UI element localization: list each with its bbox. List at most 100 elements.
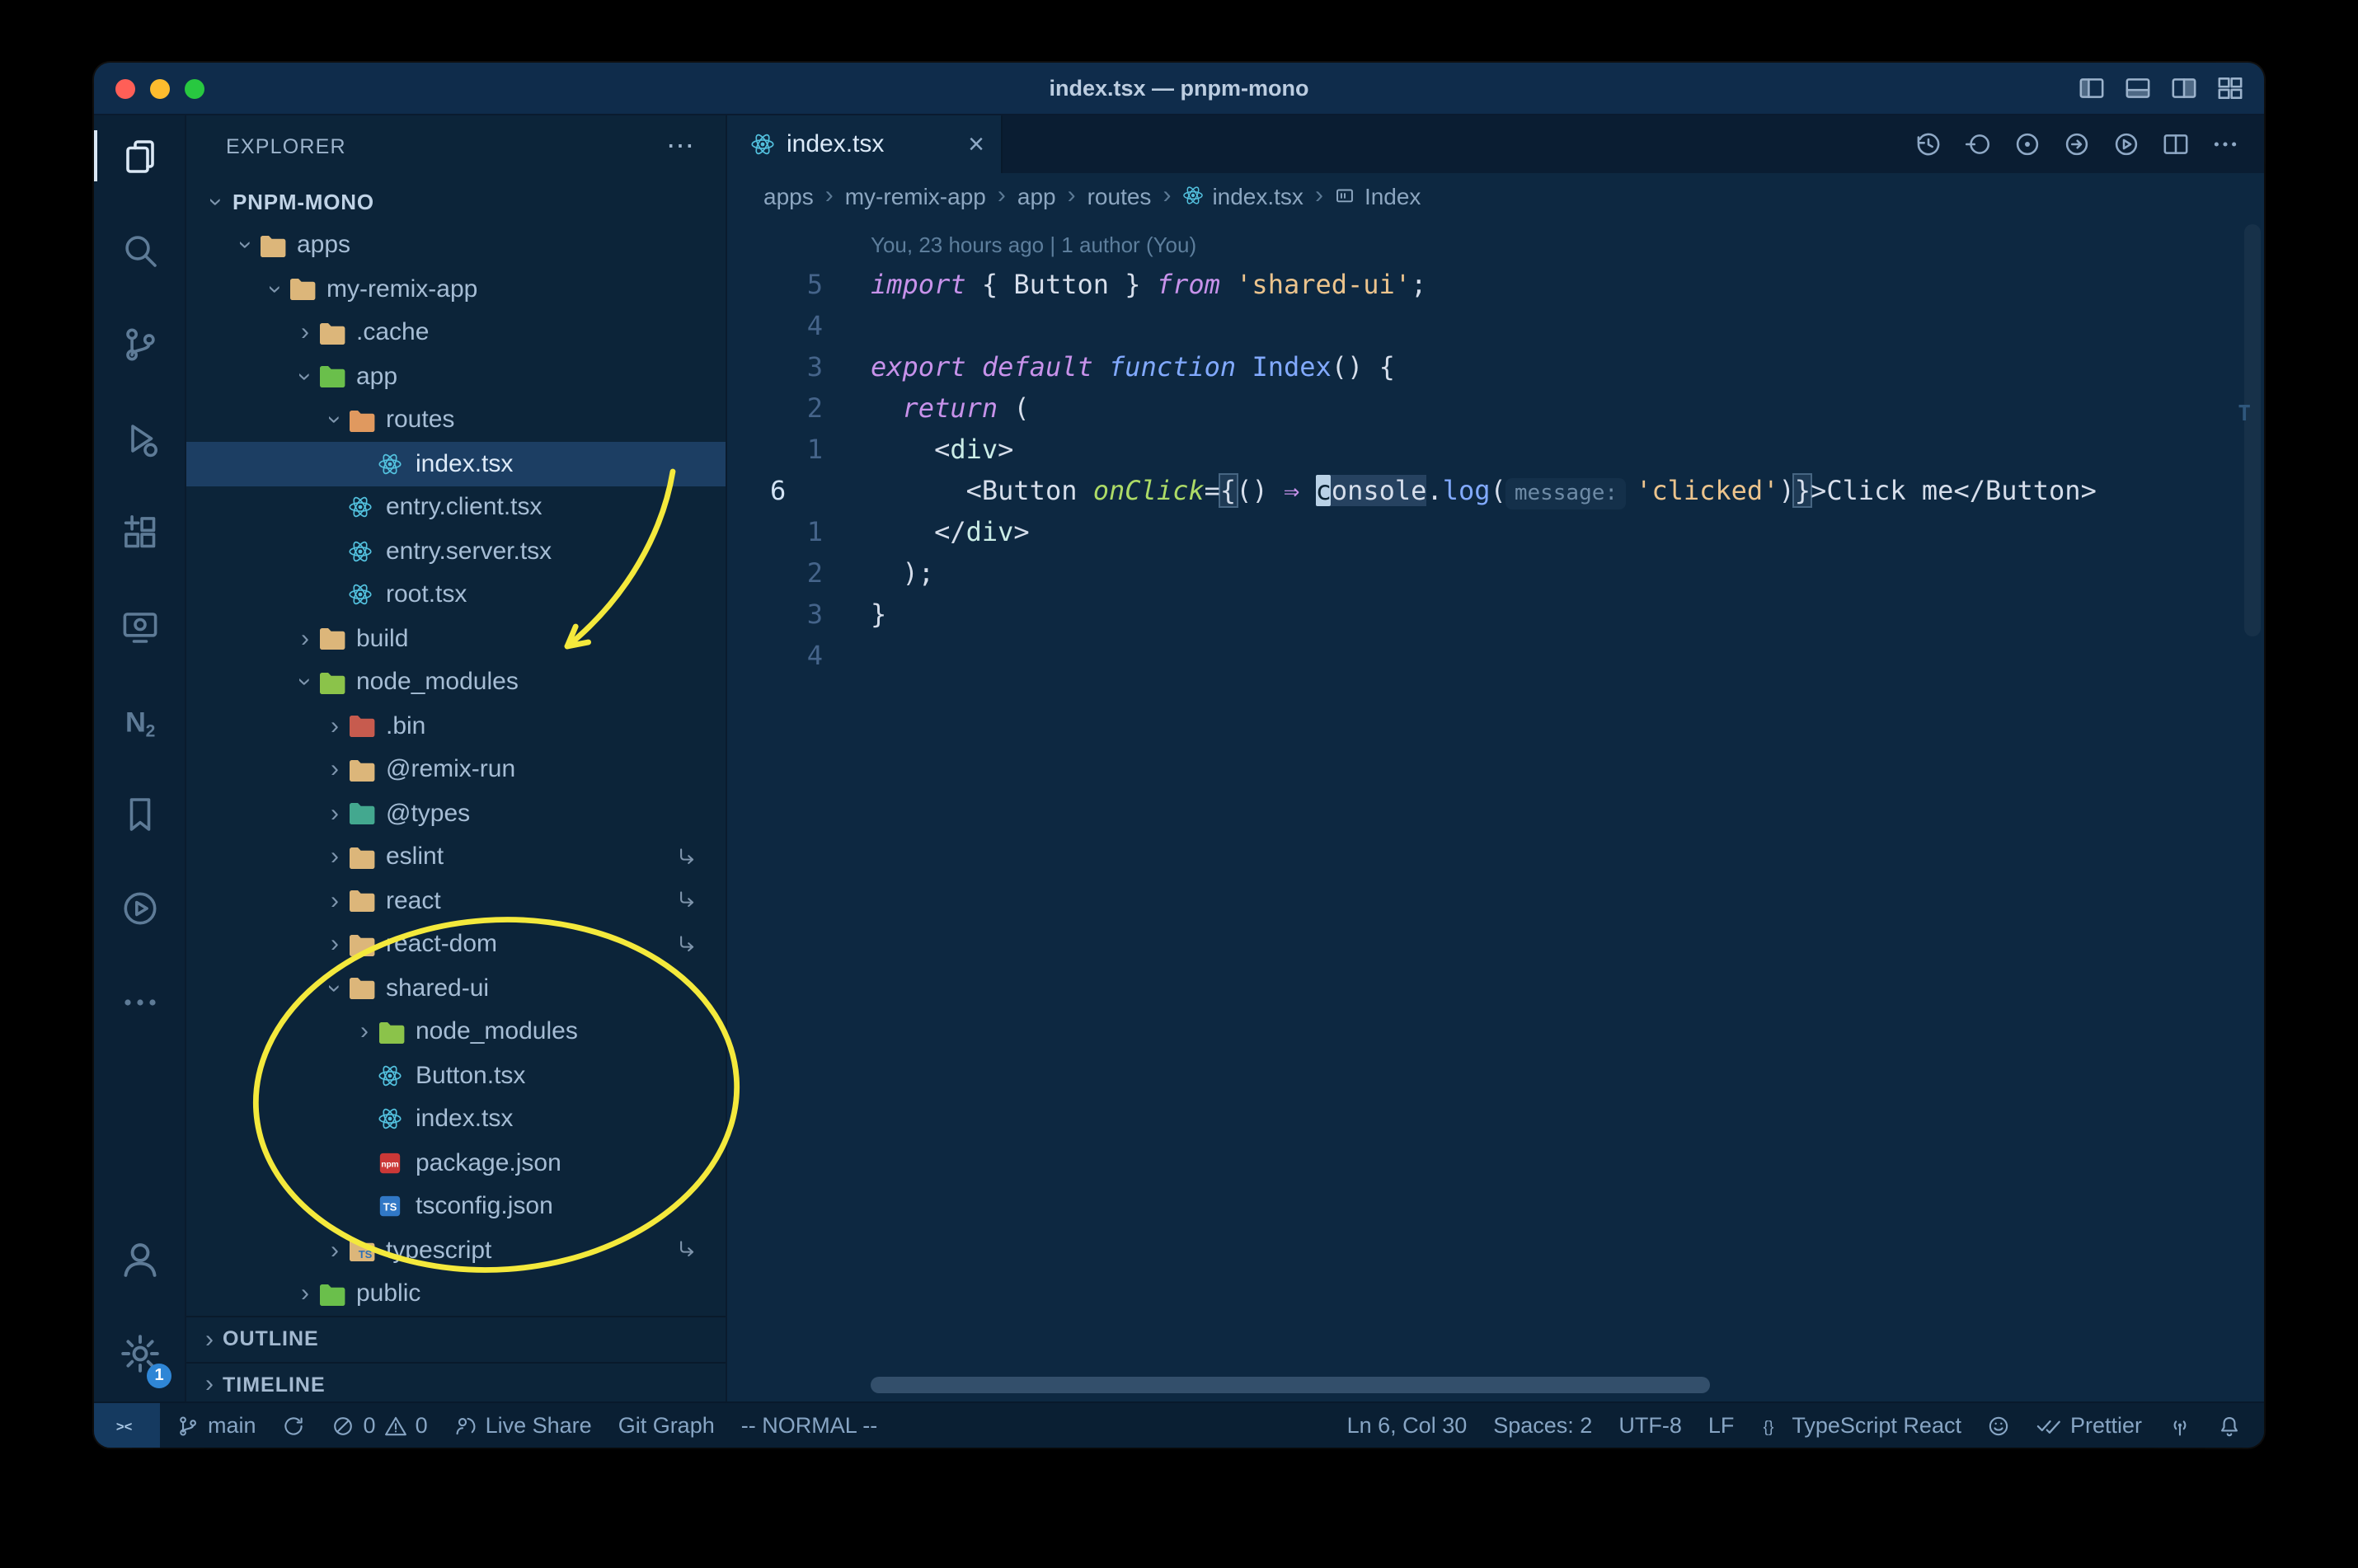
- remote-explorer-button[interactable]: [94, 579, 185, 673]
- tree-item-node-modules[interactable]: › node_modules: [186, 1010, 726, 1054]
- open-changes-button[interactable]: [2063, 129, 2091, 157]
- code-line-3[interactable]: 3 export default function Index() {: [727, 346, 2264, 387]
- horizontal-scrollbar[interactable]: [871, 1377, 1710, 1393]
- code-line-7[interactable]: 1 </div>: [727, 511, 2264, 552]
- prettier[interactable]: Prettier: [2024, 1403, 2155, 1448]
- eol[interactable]: LF: [1695, 1403, 1748, 1448]
- tree-item-node-modules[interactable]: › node_modules: [186, 660, 726, 704]
- vertical-scrollbar[interactable]: [2244, 224, 2261, 636]
- bookmarks-button[interactable]: [94, 767, 185, 861]
- breadcrumb-app[interactable]: app: [1017, 182, 1056, 209]
- feedback[interactable]: [1975, 1403, 2024, 1448]
- code-line-10[interactable]: 4: [727, 635, 2264, 676]
- code-line-2[interactable]: 4: [727, 305, 2264, 346]
- code-area[interactable]: You, 23 hours ago | 1 author (You) 5 impo…: [727, 218, 2264, 1403]
- run-code-button[interactable]: [2112, 129, 2140, 157]
- encoding[interactable]: UTF-8: [1605, 1403, 1695, 1448]
- notifications[interactable]: [2205, 1403, 2254, 1448]
- split-editor-layout-button[interactable]: [2170, 74, 2198, 102]
- gitlens-heatmap-button[interactable]: [2013, 129, 2041, 157]
- tree-item-app[interactable]: › app: [186, 354, 726, 398]
- tree-item-shared-ui[interactable]: › shared-ui: [186, 966, 726, 1010]
- section-outline[interactable]: › OUTLINE: [186, 1316, 726, 1361]
- tree-item-typescript[interactable]: › TS typescript: [186, 1228, 726, 1272]
- tree-item--cache[interactable]: › .cache: [186, 311, 726, 354]
- tree-item-pnpm-mono[interactable]: › PNPM-MONO: [186, 180, 726, 223]
- tree-item-label: entry.server.tsx: [386, 537, 552, 566]
- tree-item-public[interactable]: › public: [186, 1272, 726, 1316]
- breadcrumb-routes[interactable]: routes: [1087, 182, 1152, 209]
- tree-item-routes[interactable]: › routes: [186, 398, 726, 442]
- live-share[interactable]: Live Share: [441, 1403, 605, 1448]
- breadcrumb-my-remix-app[interactable]: my-remix-app: [845, 182, 986, 209]
- tree-item-build[interactable]: › build: [186, 617, 726, 660]
- close-tab-icon[interactable]: ×: [968, 129, 984, 157]
- nx-console-button[interactable]: N2: [94, 673, 185, 767]
- source-control-button[interactable]: [94, 297, 185, 391]
- code-line-1[interactable]: 5 import { Button } from 'shared-ui';: [727, 264, 2264, 305]
- split-editor-button[interactable]: [2162, 129, 2190, 157]
- tree-item-my-remix-app[interactable]: › my-remix-app: [186, 267, 726, 311]
- tree-item-react-dom[interactable]: › react-dom: [186, 922, 726, 966]
- tree-item-entry-client-tsx[interactable]: ›entry.client.tsx: [186, 486, 726, 529]
- code-line-4[interactable]: 2 return (: [727, 387, 2264, 429]
- tree-item-apps[interactable]: › apps: [186, 223, 726, 267]
- tree-item--bin[interactable]: › .bin: [186, 704, 726, 748]
- code-line-9[interactable]: 3}: [727, 594, 2264, 635]
- zoom-window-button[interactable]: [185, 78, 204, 98]
- code-line-6[interactable]: 6 <Button onClick={() ⇒ console.log(mess…: [727, 470, 2264, 511]
- indentation[interactable]: Spaces: 2: [1480, 1403, 1605, 1448]
- tree-item-root-tsx[interactable]: ›root.tsx: [186, 573, 726, 617]
- code-runner-button[interactable]: [94, 861, 185, 955]
- chevron-right-icon: ›: [205, 1370, 214, 1399]
- section-timeline[interactable]: › TIMELINE: [186, 1361, 726, 1406]
- breadcrumb-apps[interactable]: apps: [763, 182, 814, 209]
- gitlens-toggle-blame-button[interactable]: [1964, 129, 1992, 157]
- accounts-button[interactable]: [94, 1212, 185, 1306]
- more-actions-button[interactable]: [2211, 129, 2239, 157]
- remote-indicator[interactable]: ><: [94, 1403, 160, 1448]
- tree-item-button-tsx[interactable]: ›Button.tsx: [186, 1054, 726, 1097]
- git-branch[interactable]: main: [163, 1403, 270, 1448]
- explorer-more-actions[interactable]: ⋯: [666, 130, 696, 163]
- tree-item-package-json[interactable]: ›npmpackage.json: [186, 1141, 726, 1185]
- extensions-button[interactable]: [94, 485, 185, 579]
- tree-item-index-tsx[interactable]: ›index.tsx: [186, 1097, 726, 1141]
- timeline-history-button[interactable]: [1914, 129, 1942, 157]
- git-graph[interactable]: Git Graph: [605, 1403, 728, 1448]
- settings-button[interactable]: 1: [94, 1306, 185, 1400]
- code-line-8[interactable]: 2 );: [727, 552, 2264, 594]
- search-button[interactable]: [94, 203, 185, 297]
- git-sync[interactable]: [270, 1403, 319, 1448]
- tree-item-entry-server-tsx[interactable]: ›entry.server.tsx: [186, 529, 726, 573]
- language-mode[interactable]: {} TypeScript React: [1747, 1403, 1975, 1448]
- title-bar[interactable]: index.tsx — pnpm-mono: [94, 63, 2264, 115]
- breadcrumb-index[interactable]: Index: [1335, 182, 1421, 209]
- vim-mode[interactable]: -- NORMAL --: [728, 1403, 891, 1448]
- explorer-header: EXPLORER ⋯: [186, 114, 726, 180]
- tunnel[interactable]: [2155, 1403, 2205, 1448]
- toggle-sidebar-button[interactable]: [2078, 74, 2106, 102]
- explorer-button[interactable]: [94, 109, 185, 203]
- more-views-button[interactable]: [94, 955, 185, 1049]
- customize-layout-button[interactable]: [2216, 74, 2244, 102]
- problems[interactable]: 00: [319, 1403, 441, 1448]
- tree-item-label: PNPM-MONO: [233, 189, 374, 214]
- cursor-position[interactable]: Ln 6, Col 30: [1334, 1403, 1481, 1448]
- code-line-5[interactable]: 1 <div>: [727, 429, 2264, 470]
- tree-item-eslint[interactable]: › eslint: [186, 835, 726, 879]
- close-window-button[interactable]: [115, 78, 135, 98]
- react-file-icon: [378, 452, 412, 477]
- toggle-panel-button[interactable]: [2124, 74, 2152, 102]
- minimize-window-button[interactable]: [150, 78, 170, 98]
- breadcrumb-index-tsx[interactable]: index.tsx: [1182, 182, 1303, 209]
- tree-item-react[interactable]: › react: [186, 879, 726, 922]
- run-and-debug-button[interactable]: [94, 391, 185, 485]
- tree-item--remix-run[interactable]: › @remix-run: [186, 748, 726, 791]
- tree-item-tsconfig-json[interactable]: ›TStsconfig.json: [186, 1185, 726, 1228]
- tree-item--types[interactable]: › @types: [186, 791, 726, 835]
- tree-item-label: .bin: [386, 711, 426, 740]
- tab-bar: index.tsx ×: [727, 114, 2264, 173]
- tree-item-index-tsx[interactable]: ›index.tsx: [186, 442, 726, 486]
- tab-index-tsx[interactable]: index.tsx ×: [727, 114, 1003, 173]
